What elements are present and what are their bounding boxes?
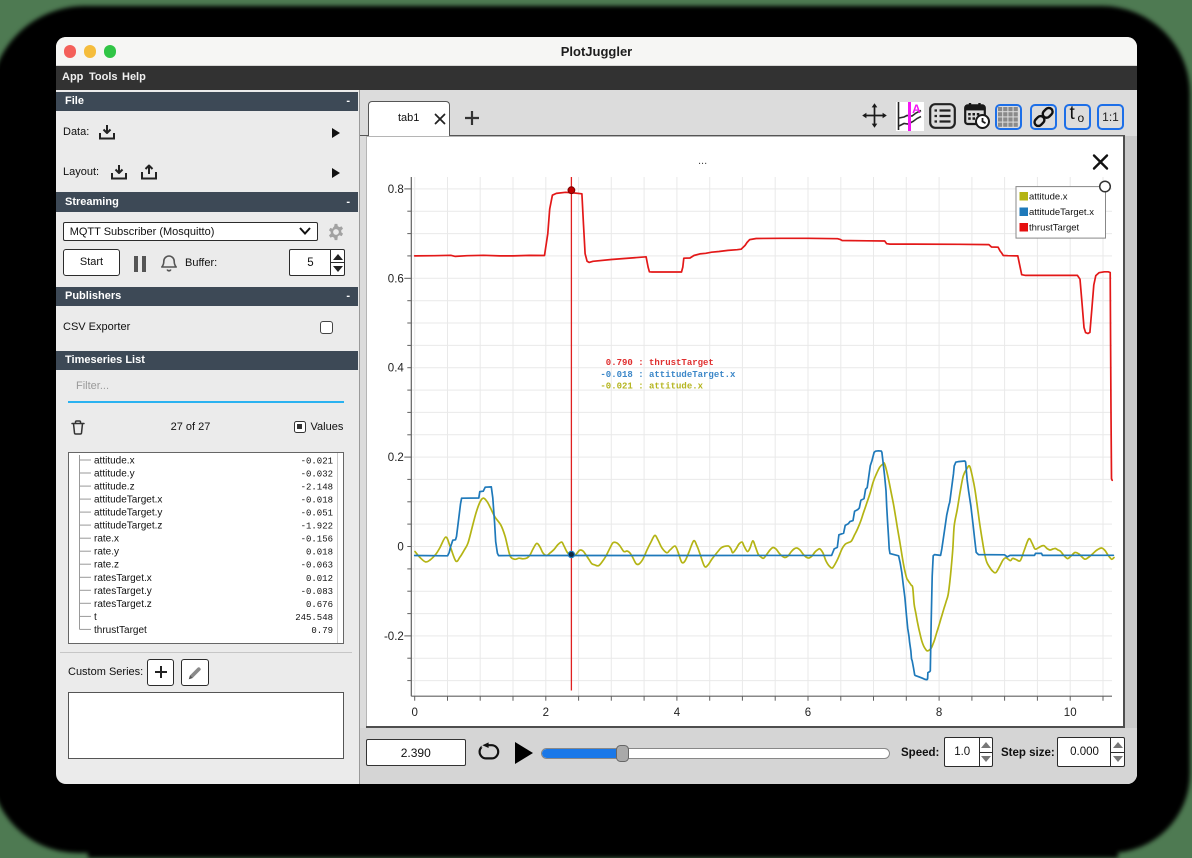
svg-text:ratesTarget.z: ratesTarget.z [94, 598, 152, 609]
svg-text:-0.021: -0.021 [301, 456, 333, 466]
svg-text:attitudeTarget.z: attitudeTarget.z [94, 520, 162, 531]
svg-text:t: t [94, 611, 97, 622]
svg-text:-0.032: -0.032 [301, 469, 333, 479]
svg-text:10: 10 [1064, 707, 1077, 719]
svg-text:0.2: 0.2 [388, 452, 404, 464]
svg-text:thrustTarget: thrustTarget [1029, 223, 1080, 234]
svg-text:0.6: 0.6 [388, 273, 404, 285]
svg-text:-1.922: -1.922 [301, 521, 333, 531]
svg-text:-0.156: -0.156 [301, 534, 333, 544]
svg-text:0: 0 [411, 707, 417, 719]
svg-text:rate.x: rate.x [94, 533, 119, 544]
svg-text:0.8: 0.8 [388, 184, 404, 196]
svg-text:0.4: 0.4 [388, 363, 405, 375]
svg-text:4: 4 [674, 707, 681, 719]
svg-text:...: ... [698, 155, 707, 167]
svg-text:-2.148: -2.148 [301, 482, 333, 492]
svg-text:rate.z: rate.z [94, 559, 119, 570]
svg-text:0.79: 0.79 [312, 625, 334, 635]
svg-text:0.018: 0.018 [306, 547, 333, 557]
svg-text:A: A [912, 102, 921, 116]
svg-text:0.790 : thrustTarget: 0.790 : thrustTarget [595, 358, 714, 368]
svg-text:attitudeTarget.y: attitudeTarget.y [94, 507, 162, 518]
svg-text:-0.2: -0.2 [384, 631, 404, 643]
svg-text:attitude.z: attitude.z [94, 481, 135, 492]
svg-text:attitudeTarget.x: attitudeTarget.x [94, 494, 162, 505]
svg-text:6: 6 [805, 707, 811, 719]
svg-text:245.548: 245.548 [295, 612, 333, 622]
svg-text:attitude.x: attitude.x [1029, 192, 1068, 203]
svg-text:-0.018 : attitudeTarget.x: -0.018 : attitudeTarget.x [595, 370, 736, 380]
svg-text:8: 8 [936, 707, 942, 719]
svg-text:thrustTarget: thrustTarget [94, 624, 147, 635]
svg-text:-0.018: -0.018 [301, 495, 333, 505]
svg-text:-0.083: -0.083 [301, 586, 333, 596]
svg-text:attitudeTarget.x: attitudeTarget.x [1029, 207, 1094, 218]
svg-text:0.012: 0.012 [306, 573, 333, 583]
svg-text:0: 0 [397, 542, 403, 554]
svg-text:0.676: 0.676 [306, 599, 333, 609]
svg-text:ratesTarget.x: ratesTarget.x [94, 572, 152, 583]
svg-text:-0.063: -0.063 [301, 560, 333, 570]
svg-text:ratesTarget.y: ratesTarget.y [94, 585, 152, 596]
svg-text:2: 2 [543, 707, 549, 719]
svg-text:-0.021 : attitude.x: -0.021 : attitude.x [595, 382, 704, 392]
svg-text:-0.051: -0.051 [301, 508, 333, 518]
svg-text:attitude.y: attitude.y [94, 468, 135, 479]
svg-text:attitude.x: attitude.x [94, 455, 135, 466]
svg-text:rate.y: rate.y [94, 546, 119, 557]
